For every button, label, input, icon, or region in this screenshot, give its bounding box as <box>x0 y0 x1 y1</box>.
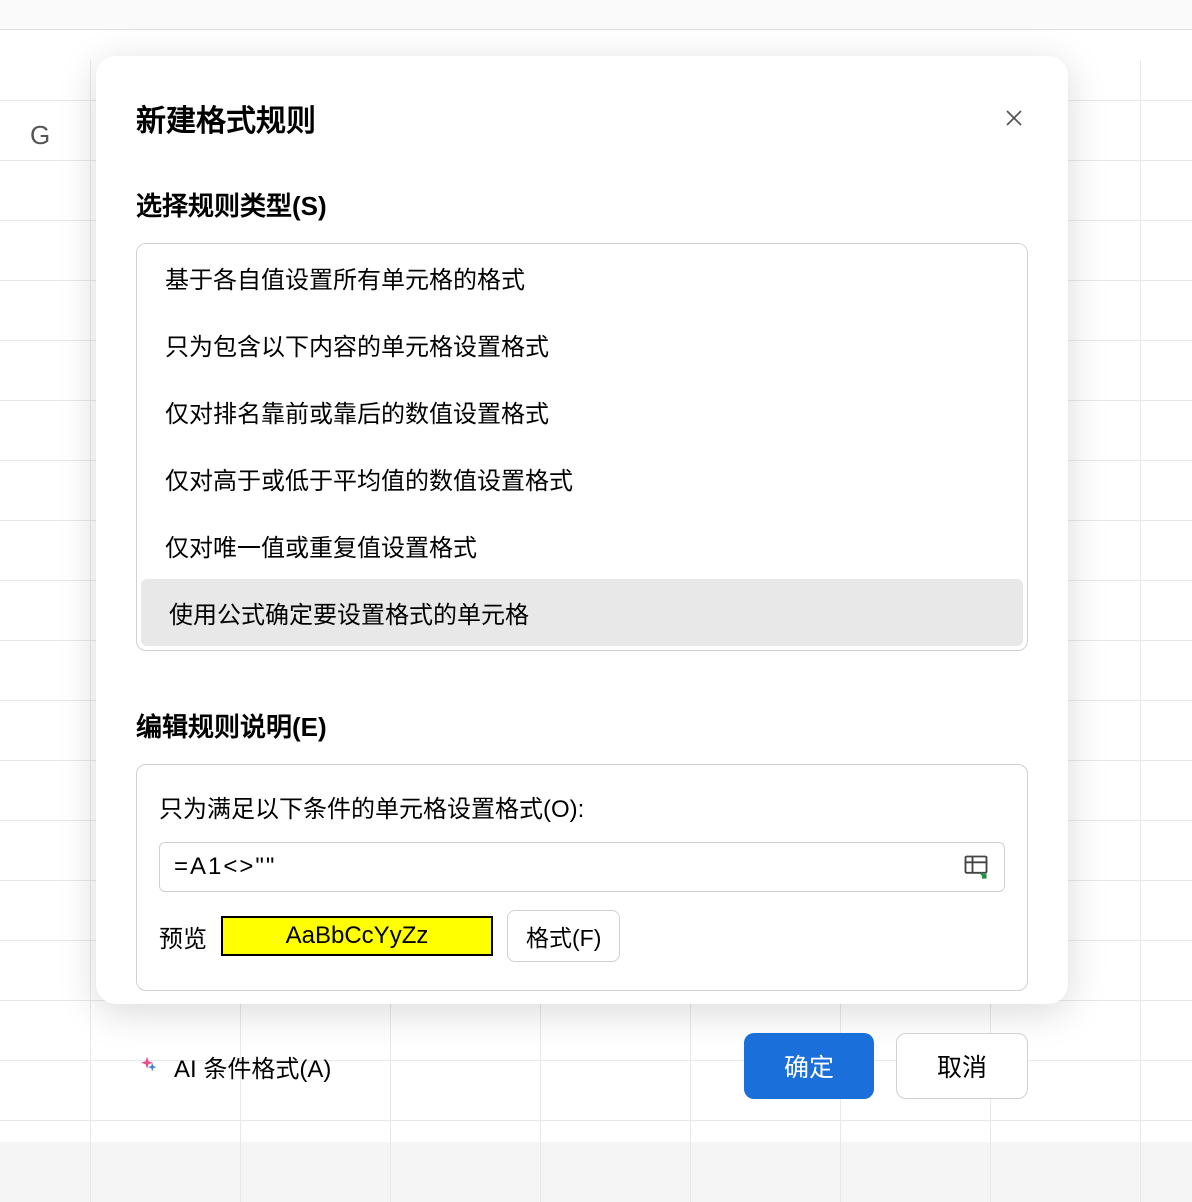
range-selector-icon <box>962 853 990 881</box>
rule-type-item-selected[interactable]: 使用公式确定要设置格式的单元格 <box>141 579 1023 646</box>
formula-input[interactable] <box>174 853 962 881</box>
preview-row: 预览 AaBbCcYyZz 格式(F) <box>159 910 1005 962</box>
edit-rule-section-title: 编辑规则说明(E) <box>136 707 1028 744</box>
format-button[interactable]: 格式(F) <box>507 910 620 962</box>
rule-type-item[interactable]: 仅对排名靠前或靠后的数值设置格式 <box>137 378 1027 445</box>
footer-buttons: 确定 取消 <box>744 1033 1028 1099</box>
close-button[interactable] <box>1000 104 1028 132</box>
column-header-g[interactable]: G <box>30 120 50 151</box>
new-format-rule-dialog: 新建格式规则 选择规则类型(S) 基于各自值设置所有单元格的格式 只为包含以下内… <box>96 56 1068 1004</box>
rule-type-item[interactable]: 只为包含以下内容的单元格设置格式 <box>137 311 1027 378</box>
formula-input-row <box>159 842 1005 892</box>
range-selector-button[interactable] <box>962 853 990 881</box>
dialog-footer: AI 条件格式(A) 确定 取消 <box>136 1033 1028 1099</box>
edit-condition-label: 只为满足以下条件的单元格设置格式(O): <box>159 789 1005 824</box>
edit-rule-section: 只为满足以下条件的单元格设置格式(O): 预览 AaBbCcYyZz 格式(F) <box>136 764 1028 991</box>
dialog-title: 新建格式规则 <box>136 96 316 140</box>
cancel-button[interactable]: 取消 <box>896 1033 1028 1099</box>
dialog-header: 新建格式规则 <box>136 96 1028 140</box>
preview-label: 预览 <box>159 919 207 954</box>
ai-sparkle-icon <box>136 1053 162 1079</box>
rule-type-item[interactable]: 基于各自值设置所有单元格的格式 <box>137 244 1027 311</box>
ai-conditional-format-link[interactable]: AI 条件格式(A) <box>136 1049 331 1084</box>
rule-type-item[interactable]: 仅对高于或低于平均值的数值设置格式 <box>137 445 1027 512</box>
close-icon <box>1002 106 1026 130</box>
rule-type-item[interactable]: 仅对唯一值或重复值设置格式 <box>137 512 1027 579</box>
rule-type-section-title: 选择规则类型(S) <box>136 186 1028 223</box>
ok-button[interactable]: 确定 <box>744 1033 874 1099</box>
format-preview-box: AaBbCcYyZz <box>221 916 493 956</box>
toolbar-area <box>0 0 1192 30</box>
rule-type-list: 基于各自值设置所有单元格的格式 只为包含以下内容的单元格设置格式 仅对排名靠前或… <box>136 243 1028 651</box>
preview-sample-text: AaBbCcYyZz <box>286 922 429 950</box>
ai-link-label: AI 条件格式(A) <box>174 1049 331 1084</box>
